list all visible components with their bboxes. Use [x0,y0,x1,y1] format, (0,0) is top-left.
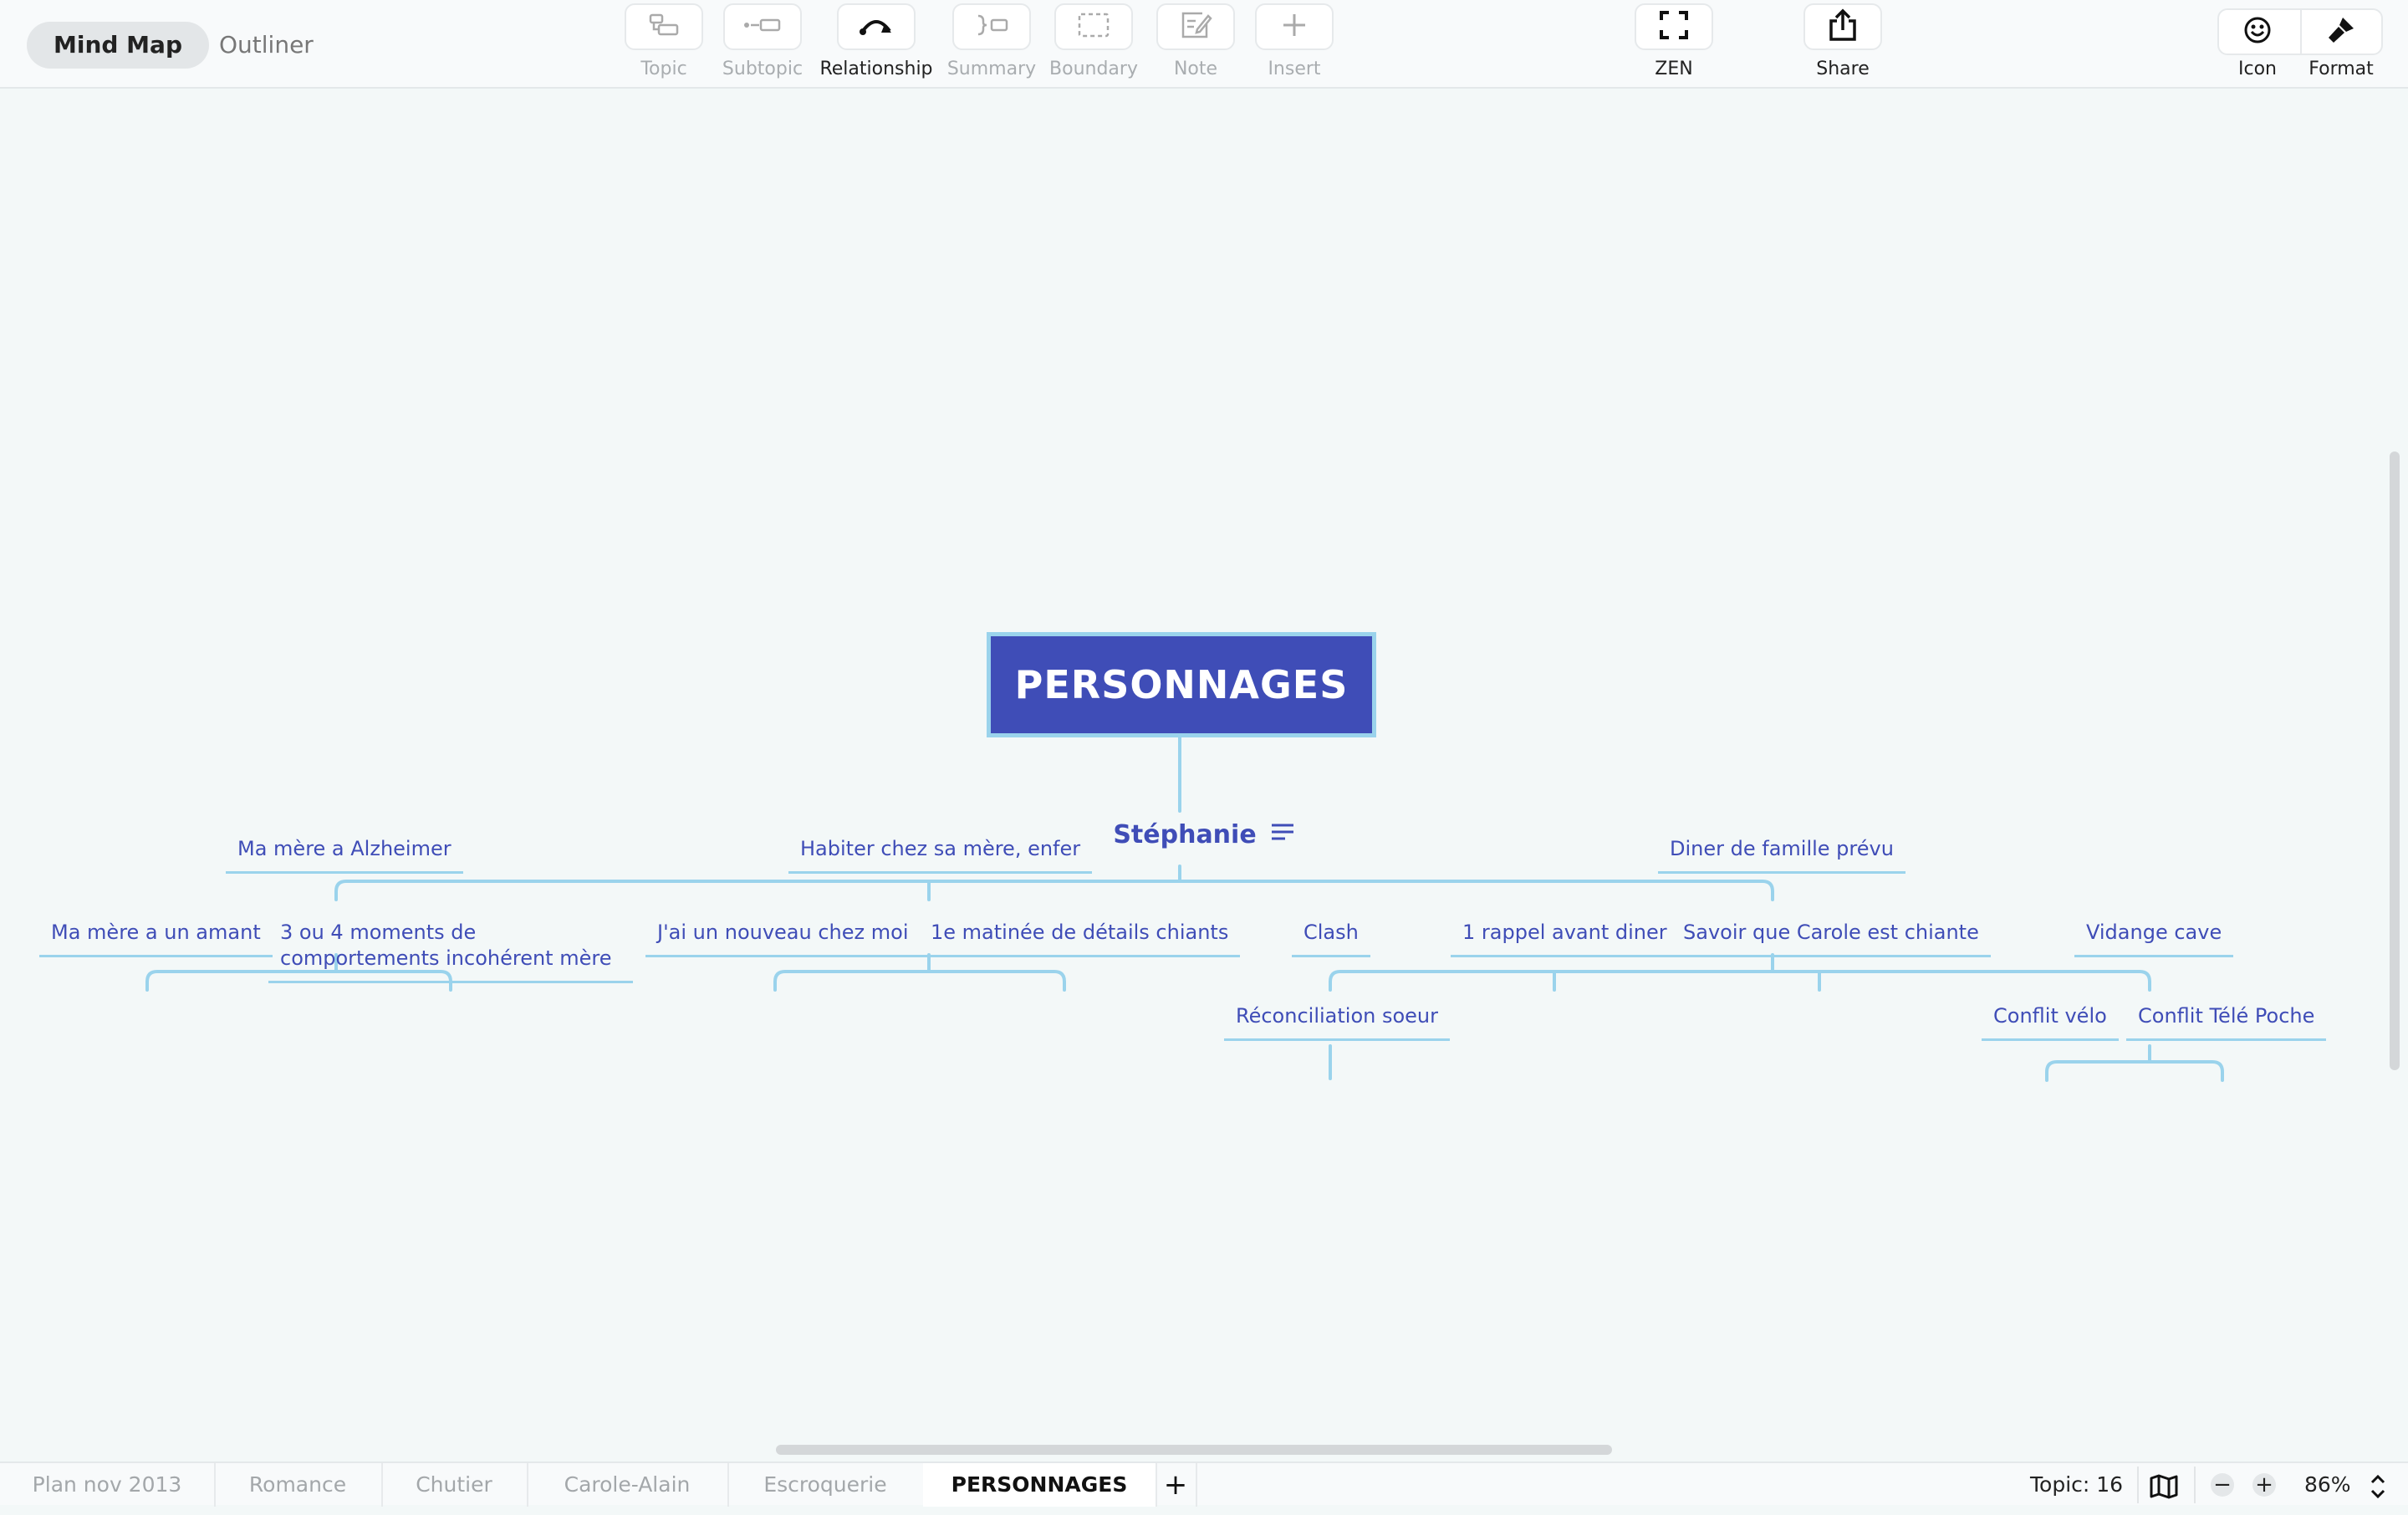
subtopic-ma-mere-alzheimer[interactable]: Ma mère a Alzheimer [226,836,463,874]
sheet-tab[interactable]: Plan nov 2013 [0,1463,216,1507]
summary-tool[interactable]: Summary [933,3,1050,79]
boundary-icon [1077,12,1110,42]
zoom-out-button[interactable]: − [2211,1473,2234,1497]
sheet-tab[interactable]: Romance [214,1463,383,1507]
subtopic-icon [742,15,783,38]
mind-map-canvas[interactable]: PERSONNAGES Stéphanie Ma mère a Alzheime… [0,90,2408,1438]
connector-lines [145,736,2224,1082]
subtopic-vidange-cave[interactable]: Vidange cave [2074,920,2234,957]
format-brush-icon [2326,15,2356,48]
subtopic-conflit-tele-poche[interactable]: Conflit Télé Poche [2126,1003,2327,1041]
main-topic-label: Stéphanie [1113,819,1257,849]
relationship-label: Relationship [819,59,933,79]
outliner-mode-button[interactable]: Outliner [192,22,340,69]
status-bar: Plan nov 2013 Romance Chutier Carole-Ala… [0,1461,2408,1507]
zen-label: ZEN [1655,59,1693,79]
sheet-tab[interactable]: Chutier [381,1463,528,1507]
insert-tool[interactable]: Insert [1236,3,1353,79]
vertical-scrollbar[interactable] [2390,451,2400,1070]
subtopic-nouveau-chez-moi[interactable]: J'ai un nouveau chez moi [645,920,921,957]
subtopic-ma-mere-amant[interactable]: Ma mère a un amant [39,920,273,957]
subtopic-conflit-velo[interactable]: Conflit vélo [1982,1003,2119,1041]
divider [2194,1467,2196,1503]
sheet-tab[interactable]: Carole-Alain [527,1463,729,1507]
boundary-tool[interactable]: Boundary [1035,3,1152,79]
summary-label: Summary [946,59,1037,79]
topic-count: Topic: 16 [2030,1472,2124,1497]
zoom-in-button[interactable]: + [2252,1473,2276,1497]
subtopic-label: Subtopic [722,59,804,79]
insert-icon [1280,11,1309,43]
subtopic-habiter-chez-sa-mere[interactable]: Habiter chez sa mère, enfer [788,836,1093,874]
emoji-icon [2242,15,2273,48]
insert-label: Insert [1268,59,1321,79]
subtopic-matinee-details[interactable]: 1e matinée de détails chiants [919,920,1241,957]
relationship-icon [857,13,895,41]
zoom-stepper-icon[interactable] [2370,1472,2386,1499]
subtopic-diner-de-famille[interactable]: Diner de famille prévu [1658,836,1905,874]
format-label: Format [2309,59,2374,79]
subtopic-clash[interactable]: Clash [1292,920,1370,957]
format-button[interactable]: Format [2283,3,2400,79]
main-topic-stephanie[interactable]: Stéphanie [1062,809,1346,860]
subtopic-tool[interactable]: Subtopic [704,3,821,79]
central-topic[interactable]: PERSONNAGES [987,632,1376,737]
notes-lines-icon[interactable] [1270,820,1295,849]
map-icon[interactable] [2149,1472,2179,1499]
toolbar: Mind Map Outliner Topic Subtopic Relatio… [0,0,2408,89]
topic-icon [647,13,681,41]
subtopic-moments-comportements[interactable]: 3 ou 4 moments de comportements incohére… [268,920,633,983]
note-icon [1179,11,1212,43]
boundary-label: Boundary [1049,59,1138,79]
summary-icon [973,13,1010,41]
subtopic-rappel-avant-diner[interactable]: 1 rappel avant diner [1451,920,1679,957]
relationship-tool[interactable]: Relationship [818,3,935,79]
divider [2137,1467,2139,1503]
mind-map-mode-button[interactable]: Mind Map [27,22,209,69]
subtopic-carole-chiante[interactable]: Savoir que Carole est chiante [1671,920,1991,957]
subtopic-reconciliation-soeur[interactable]: Réconciliation soeur [1224,1003,1450,1041]
add-sheet-button[interactable]: + [1156,1463,1197,1507]
sheet-tab-active[interactable]: PERSONNAGES [923,1463,1157,1507]
sheet-tab[interactable]: Escroquerie [727,1463,925,1507]
share-label: Share [1816,59,1870,79]
share-icon [1827,8,1859,45]
zen-button[interactable]: ZEN [1615,3,1732,79]
zen-icon [1658,9,1690,44]
horizontal-scrollbar[interactable] [776,1445,1612,1455]
share-button[interactable]: Share [1784,3,1901,79]
zoom-level[interactable]: 86% [2304,1463,2351,1507]
